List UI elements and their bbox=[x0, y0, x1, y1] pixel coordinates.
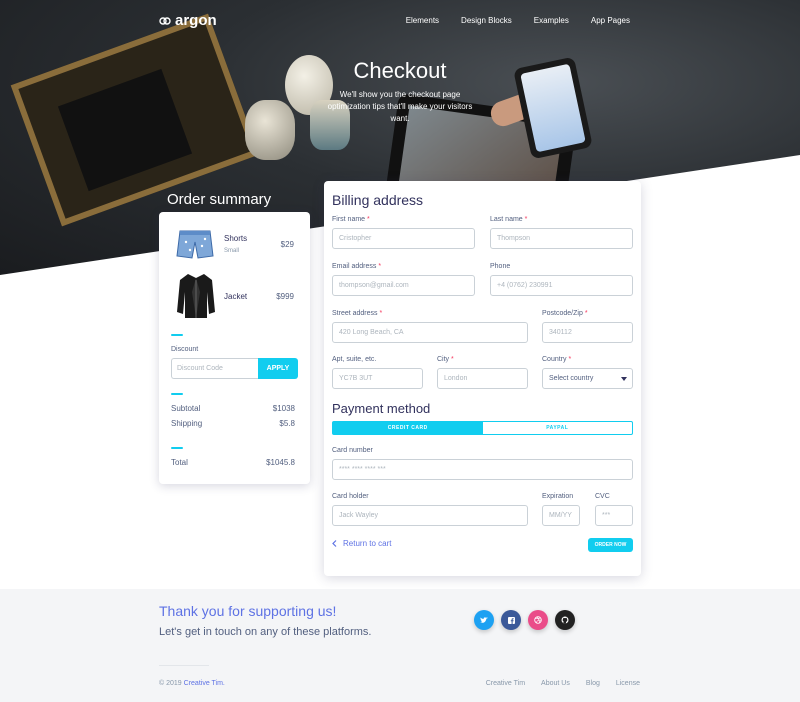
apply-button[interactable]: APPLY bbox=[258, 358, 298, 379]
page-title: Checkout bbox=[353, 58, 447, 83]
card-holder-label: Card holder bbox=[332, 493, 369, 500]
twitter-button[interactable] bbox=[474, 610, 494, 630]
shorts-image bbox=[176, 230, 214, 259]
footer-divider bbox=[159, 665, 209, 666]
order-summary-title: Order summary bbox=[167, 191, 272, 208]
total-value: $1045.8 bbox=[266, 458, 295, 467]
apt-label: Apt, suite, etc. bbox=[332, 356, 377, 363]
divider bbox=[171, 447, 183, 449]
total-row: Total $1045.8 bbox=[171, 458, 295, 467]
github-button[interactable] bbox=[555, 610, 575, 630]
nav-link-app-pages[interactable]: App Pages bbox=[591, 16, 630, 25]
divider bbox=[171, 393, 183, 395]
nav-link-design-blocks[interactable]: Design Blocks bbox=[461, 16, 512, 25]
total-label: Total bbox=[171, 458, 188, 467]
tab-paypal[interactable]: PAYPAL bbox=[483, 422, 633, 434]
cvc-input[interactable]: *** bbox=[595, 505, 633, 526]
facebook-icon bbox=[507, 616, 515, 624]
footer-touch: Let's get in touch on any of these platf… bbox=[159, 626, 372, 638]
copyright-year: © 2019 bbox=[159, 680, 182, 687]
phone-input[interactable]: +4 (0762) 230991 bbox=[490, 275, 633, 296]
navbar: argon Elements Design Blocks Examples Ap… bbox=[0, 12, 800, 32]
card-number-input[interactable]: **** **** **** *** bbox=[332, 459, 633, 480]
order-summary-card: Shorts Small $29 Jacket $999 Discount Di… bbox=[159, 212, 310, 484]
payment-method-title: Payment method bbox=[332, 401, 431, 416]
postcode-input[interactable]: 340112 bbox=[542, 322, 633, 343]
return-to-cart-label: Return to cart bbox=[343, 539, 392, 548]
caret-down-icon bbox=[621, 377, 627, 381]
chevron-left-icon bbox=[332, 540, 337, 547]
email-label: Email address * bbox=[332, 263, 382, 270]
item-price: $999 bbox=[276, 292, 294, 301]
footer-link-license[interactable]: License bbox=[616, 680, 640, 687]
billing-address-title: Billing address bbox=[332, 192, 424, 208]
country-label: Country * bbox=[542, 356, 572, 363]
argon-logo-icon bbox=[159, 16, 171, 25]
facebook-button[interactable] bbox=[501, 610, 521, 630]
card-number-label: Card number bbox=[332, 447, 373, 454]
street-address-label: Street address * bbox=[332, 310, 383, 317]
email-input[interactable]: thompson@gmail.com bbox=[332, 275, 475, 296]
order-item: Shorts Small $29 bbox=[159, 226, 310, 276]
first-name-label: First name * bbox=[332, 216, 370, 223]
subtotal-label: Subtotal bbox=[171, 404, 201, 413]
expiration-label: Expiration bbox=[542, 493, 574, 500]
last-name-label: Last name * bbox=[490, 216, 528, 223]
jacket-image bbox=[177, 274, 215, 318]
nav-links: Elements Design Blocks Examples App Page… bbox=[384, 16, 630, 25]
cvc-label: CVC bbox=[595, 493, 610, 500]
item-name: Shorts bbox=[224, 234, 248, 243]
last-name-input[interactable]: Thompson bbox=[490, 228, 633, 249]
shipping-row: Shipping $5.8 bbox=[171, 419, 295, 428]
divider bbox=[171, 334, 183, 336]
expiration-input[interactable]: MM/YY bbox=[542, 505, 580, 526]
item-size: Small bbox=[224, 248, 240, 254]
first-name-input[interactable]: Cristopher bbox=[332, 228, 475, 249]
footer-link-creative-tim[interactable]: Creative Tim bbox=[486, 680, 525, 687]
apt-input[interactable]: YC7B 3UT bbox=[332, 368, 423, 389]
brand-logo[interactable]: argon bbox=[159, 12, 217, 29]
nav-link-elements[interactable]: Elements bbox=[406, 16, 439, 25]
shipping-label: Shipping bbox=[171, 419, 203, 428]
street-address-input[interactable]: 420 Long Beach, CA bbox=[332, 322, 528, 343]
card-holder-input[interactable]: Jack Wayley bbox=[332, 505, 528, 526]
shipping-value: $5.8 bbox=[279, 419, 295, 428]
page-subtitle: We'll show you the checkout page optimiz… bbox=[327, 90, 473, 123]
footer-link-about-us[interactable]: About Us bbox=[541, 680, 570, 687]
country-select-value: Select country bbox=[549, 375, 594, 382]
brand-name: argon bbox=[175, 12, 217, 29]
subtotal-row: Subtotal $1038 bbox=[171, 404, 295, 413]
item-name: Jacket bbox=[224, 292, 248, 301]
footer-thanks: Thank you for supporting us! bbox=[159, 603, 337, 619]
subtotal-value: $1038 bbox=[272, 404, 295, 413]
order-now-button[interactable]: ORDER NOW bbox=[588, 538, 633, 552]
payment-tabs: CREDIT CARD PAYPAL bbox=[332, 421, 633, 435]
github-icon bbox=[561, 616, 569, 624]
twitter-icon bbox=[480, 616, 488, 623]
discount-code-input[interactable]: Discount Code bbox=[171, 358, 258, 379]
dribbble-icon bbox=[534, 616, 542, 624]
postcode-label: Postcode/Zip * bbox=[542, 310, 588, 317]
billing-card: Billing address First name * Cristopher … bbox=[324, 181, 641, 576]
copyright-link[interactable]: Creative Tim. bbox=[184, 680, 225, 687]
dribbble-button[interactable] bbox=[528, 610, 548, 630]
city-label: City * bbox=[437, 356, 454, 363]
nav-link-examples[interactable]: Examples bbox=[534, 16, 569, 25]
discount-label: Discount bbox=[171, 346, 199, 353]
phone-label: Phone bbox=[490, 263, 511, 270]
order-item: Jacket $999 bbox=[159, 272, 310, 322]
footer-link-blog[interactable]: Blog bbox=[586, 680, 600, 687]
return-to-cart-link[interactable]: Return to cart bbox=[332, 539, 391, 548]
country-select[interactable]: Select country bbox=[542, 368, 633, 389]
footer: Thank you for supporting us! Let's get i… bbox=[0, 589, 800, 702]
city-input[interactable]: London bbox=[437, 368, 528, 389]
item-price: $29 bbox=[280, 240, 294, 249]
copyright: © 2019 Creative Tim. bbox=[159, 680, 225, 687]
tab-credit-card[interactable]: CREDIT CARD bbox=[333, 422, 483, 434]
footer-links: Creative Tim About Us Blog License bbox=[470, 680, 640, 687]
